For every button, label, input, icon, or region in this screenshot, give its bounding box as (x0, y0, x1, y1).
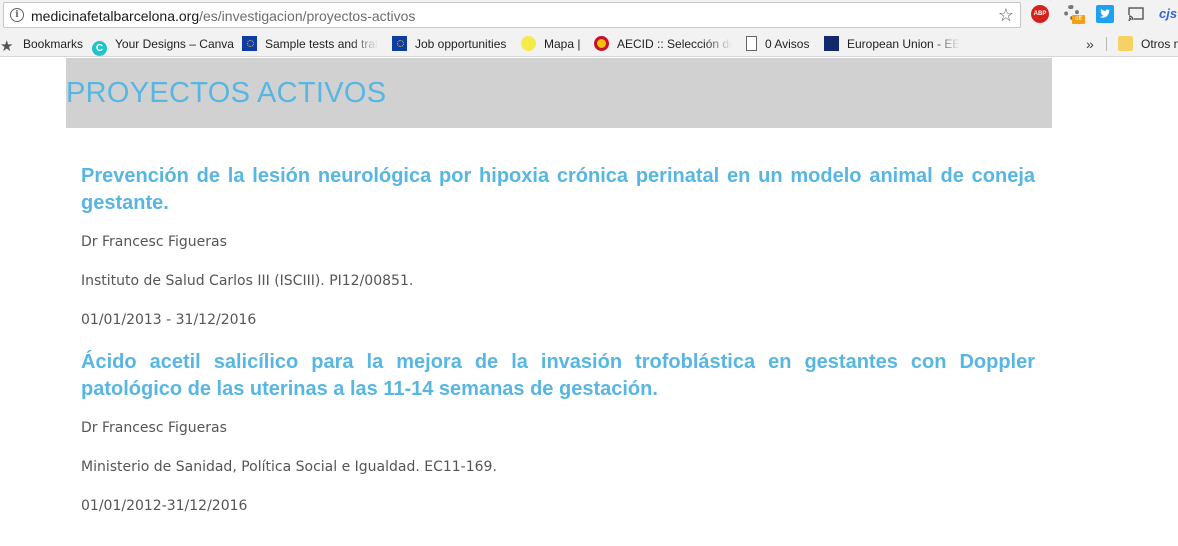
bookmark-label: Mapa | (544, 37, 581, 51)
bookmark-label: AECID :: Selección de (617, 37, 732, 51)
bookmark-canva[interactable]: C Your Designs – Canva (92, 31, 234, 57)
project-dates: 01/01/2012-31/12/2016 (81, 498, 248, 514)
project-investigator: Dr Francesc Figueras (81, 234, 227, 250)
project-funding: Instituto de Salud Carlos III (ISCIII). … (81, 273, 414, 289)
bookmarks-overflow-button[interactable]: » (1086, 31, 1094, 57)
bookmark-label: Otros m (1141, 37, 1178, 51)
page-title: PROYECTOS ACTIVOS (66, 77, 387, 109)
aecid-icon (594, 36, 609, 51)
project-item: Prevención de la lesión neurológica por … (81, 163, 1035, 329)
url-host: medicinafetalbarcelona.org (31, 8, 200, 24)
eu-flag-icon (392, 36, 407, 51)
bookmark-mapa[interactable]: Mapa | (521, 31, 580, 57)
abp-label: ABP (1033, 11, 1047, 17)
adblock-plus-icon[interactable]: ABP (1031, 5, 1049, 23)
info-icon[interactable]: i (10, 8, 24, 22)
project-title: Prevención de la lesión neurológica por … (81, 165, 1035, 214)
bookmark-label: Bookmarks (23, 37, 84, 51)
bookmark-label: 0 Avisos (765, 37, 810, 51)
star-icon: ★ (0, 38, 14, 55)
projects-list: Prevención de la lesión neurológica por … (81, 163, 1035, 515)
bookmark-job-opportunities[interactable]: Job opportunities (392, 31, 506, 57)
project-funding: Ministerio de Sanidad, Política Social e… (81, 459, 497, 475)
eu-hub-icon (824, 36, 839, 51)
project-dates: 01/01/2013 - 31/12/2016 (81, 312, 257, 328)
map-icon (521, 36, 536, 51)
bookmark-otros[interactable]: Otros m (1118, 31, 1178, 57)
url-path: /es/investigacion/proyectos-activos (199, 8, 416, 24)
folder-icon (1118, 36, 1133, 51)
bookmark-star-icon[interactable]: ☆ (998, 5, 1014, 25)
bookmark-label: Job opportunities (415, 37, 507, 51)
project-item: Ácido acetil salicílico para la mejora d… (81, 349, 1035, 515)
url-text[interactable]: medicinafetalbarcelona.org/es/investigac… (31, 8, 415, 24)
bookmarks-divider (1106, 37, 1107, 51)
off-badge: off (1072, 15, 1085, 24)
bookmark-sample-tests[interactable]: Sample tests and trai (242, 31, 378, 57)
bookmark-label: Sample tests and trai (265, 37, 378, 51)
bookmarks-bar: ★ Bookmarks C Your Designs – Canva Sample … (0, 31, 1178, 57)
cast-icon[interactable] (1127, 5, 1145, 23)
bookmark-avisos[interactable]: 0 Avisos (746, 31, 809, 57)
bookmark-label: European Union - EEA (847, 37, 960, 51)
bookmark-label: Your Designs – Canva (115, 37, 234, 51)
bookmark-european-union[interactable]: European Union - EEA (824, 31, 960, 57)
project-title: Ácido acetil salicílico para la mejora d… (81, 351, 1035, 400)
eu-flag-icon (242, 36, 257, 51)
project-investigator: Dr Francesc Figueras (81, 420, 227, 436)
twitter-icon[interactable] (1096, 5, 1114, 23)
bookmark-bookmarks[interactable]: ★ Bookmarks (0, 31, 83, 57)
browser-toolbar: i medicinafetalbarcelona.org/es/investig… (0, 0, 1178, 31)
document-icon (746, 36, 757, 51)
address-bar[interactable]: i medicinafetalbarcelona.org/es/investig… (3, 2, 1021, 28)
extension-gear-icon[interactable]: off (1064, 5, 1085, 24)
page-banner: PROYECTOS ACTIVOS (66, 58, 1052, 128)
bookmark-aecid[interactable]: AECID :: Selección de (594, 31, 732, 57)
canva-icon: C (92, 41, 107, 56)
cjs-extension-icon[interactable]: cjs (1159, 6, 1177, 24)
